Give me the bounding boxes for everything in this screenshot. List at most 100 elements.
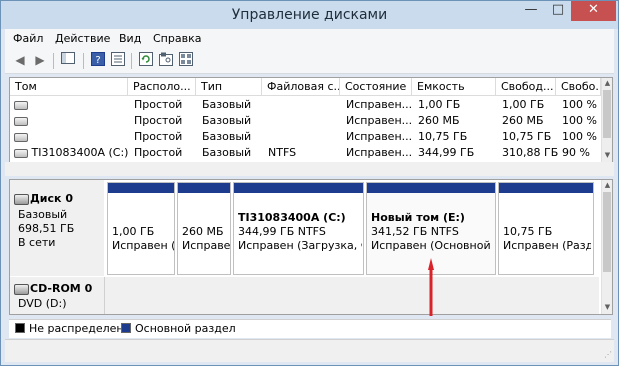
partition-bar bbox=[367, 183, 495, 193]
volume-list[interactable]: Том Располо... Тип Файловая с... Состоян… bbox=[9, 77, 613, 163]
menu-help[interactable]: Справка bbox=[153, 32, 201, 45]
scroll-thumb[interactable] bbox=[603, 90, 611, 138]
table-cell: 10,75 ГБ bbox=[502, 130, 552, 143]
disk-pane[interactable]: Диск 0 Базовый 698,51 ГБ В сети 1,00 ГБ … bbox=[9, 179, 613, 315]
drive-icon bbox=[14, 132, 28, 142]
disk-0-status: В сети bbox=[18, 236, 56, 249]
view-icon[interactable] bbox=[177, 52, 195, 70]
legend-primary: Основной раздел bbox=[135, 322, 236, 335]
partition-1[interactable]: 1,00 ГБ Исправен ( bbox=[107, 182, 175, 275]
drive-icon bbox=[14, 100, 28, 110]
back-icon[interactable]: ◀ bbox=[11, 52, 29, 70]
column-header-filesystem[interactable]: Файловая с... bbox=[262, 78, 340, 96]
table-cell: Исправен... bbox=[346, 98, 413, 111]
table-row[interactable]: TI31083400A (C:) bbox=[14, 145, 128, 161]
resize-grip-icon[interactable]: ⋰ bbox=[602, 350, 612, 360]
drive-icon bbox=[14, 148, 28, 158]
disk-0-size: 698,51 ГБ bbox=[18, 222, 75, 235]
partition-5[interactable]: 10,75 ГБ Исправен (Разде bbox=[498, 182, 594, 275]
disk-pane-scrollbar[interactable]: ▲ ▼ bbox=[601, 180, 612, 314]
toolbar-separator bbox=[83, 53, 84, 69]
table-cell: Простой bbox=[134, 146, 183, 159]
column-header-volume[interactable]: Том bbox=[10, 78, 128, 96]
legend-unallocated: Не распределена bbox=[29, 322, 131, 335]
column-header-layout[interactable]: Располо... bbox=[128, 78, 196, 96]
close-button[interactable]: ✕ bbox=[571, 1, 616, 21]
toolbar-separator bbox=[53, 53, 54, 69]
menu-bar: Файл Действие Вид Справка bbox=[5, 29, 614, 49]
table-cell: 1,00 ГБ bbox=[418, 98, 461, 111]
disk-0-name: Диск 0 bbox=[30, 192, 73, 205]
status-bar: ⋰ bbox=[5, 339, 614, 362]
scroll-up-icon[interactable]: ▲ bbox=[602, 180, 612, 190]
minimize-button[interactable]: — bbox=[517, 1, 545, 21]
partition-bar bbox=[178, 183, 230, 193]
menu-view[interactable]: Вид bbox=[119, 32, 141, 45]
table-row[interactable] bbox=[14, 113, 28, 129]
table-cell: Простой bbox=[134, 114, 183, 127]
table-cell: Простой bbox=[134, 130, 183, 143]
console-tree-icon[interactable] bbox=[59, 52, 77, 70]
forward-icon[interactable]: ▶ bbox=[31, 52, 49, 70]
cdrom-0-label[interactable]: CD-ROM 0 DVD (D:) bbox=[10, 277, 104, 314]
table-cell: Исправен... bbox=[346, 114, 413, 127]
table-cell: 90 % bbox=[562, 146, 590, 159]
table-cell: 260 МБ bbox=[502, 114, 544, 127]
legend-swatch-unallocated bbox=[15, 323, 25, 333]
pane-splitter[interactable] bbox=[5, 162, 614, 176]
table-cell: Исправен... bbox=[346, 130, 413, 143]
column-header-capacity[interactable]: Емкость bbox=[412, 78, 496, 96]
table-cell: Базовый bbox=[202, 146, 252, 159]
column-header-free-percent[interactable]: Свобо... bbox=[556, 78, 601, 96]
disk-management-window: Управление дисками — □ ✕ Файл Действие В… bbox=[0, 0, 619, 366]
table-cell: NTFS bbox=[268, 146, 297, 159]
toolbar-separator bbox=[131, 53, 132, 69]
table-cell: 1,00 ГБ bbox=[502, 98, 545, 111]
disk-0-type: Базовый bbox=[18, 208, 68, 221]
column-header-type[interactable]: Тип bbox=[196, 78, 262, 96]
table-cell: Исправен... bbox=[346, 146, 413, 159]
table-cell: Базовый bbox=[202, 114, 252, 127]
column-header-status[interactable]: Состояние bbox=[340, 78, 412, 96]
disk-0-label[interactable]: Диск 0 Базовый 698,51 ГБ В сети bbox=[10, 180, 104, 276]
table-row[interactable] bbox=[14, 129, 28, 145]
drive-icon bbox=[14, 116, 28, 126]
partition-c[interactable]: TI31083400A (C:) 344,99 ГБ NTFS Исправен… bbox=[233, 182, 364, 275]
table-cell: 344,99 ГБ bbox=[418, 146, 475, 159]
table-cell: 100 % bbox=[562, 114, 597, 127]
menu-file[interactable]: Файл bbox=[13, 32, 43, 45]
red-arrow-annotation bbox=[428, 258, 434, 316]
scroll-thumb[interactable] bbox=[603, 192, 611, 272]
hard-disk-icon bbox=[14, 194, 29, 205]
legend-swatch-primary bbox=[121, 323, 131, 333]
column-header-free-space[interactable]: Свобод... bbox=[496, 78, 556, 96]
table-cell: Базовый bbox=[202, 98, 252, 111]
title-bar[interactable]: Управление дисками — □ ✕ bbox=[1, 1, 618, 29]
cdrom-0-area bbox=[104, 277, 599, 314]
table-row[interactable] bbox=[14, 97, 28, 113]
partition-2[interactable]: 260 МБ Исправен bbox=[177, 182, 231, 275]
disk-0-partitions: 1,00 ГБ Исправен ( 260 МБ Исправен TI310… bbox=[104, 182, 598, 276]
refresh-icon[interactable] bbox=[137, 52, 155, 70]
scroll-down-icon[interactable]: ▼ bbox=[602, 150, 612, 160]
menu-action[interactable]: Действие bbox=[55, 32, 110, 45]
volume-list-scrollbar[interactable]: ▲ ▼ bbox=[601, 78, 612, 162]
close-icon: ✕ bbox=[588, 2, 599, 17]
cdrom-0-type: DVD (D:) bbox=[18, 297, 67, 310]
cdrom-0-name: CD-ROM 0 bbox=[30, 282, 93, 295]
table-cell: Простой bbox=[134, 98, 183, 111]
maximize-button[interactable]: □ bbox=[545, 1, 571, 21]
partition-bar bbox=[234, 183, 363, 193]
partition-bar bbox=[108, 183, 174, 193]
legend: Не распределена Основной раздел bbox=[9, 319, 611, 338]
toolbar: ◀ ▶ ? bbox=[5, 49, 614, 74]
scroll-up-icon[interactable]: ▲ bbox=[602, 78, 612, 88]
scroll-down-icon[interactable]: ▼ bbox=[602, 302, 612, 312]
properties-icon[interactable] bbox=[109, 52, 127, 70]
settings-icon[interactable] bbox=[157, 52, 175, 70]
table-cell: 100 % bbox=[562, 130, 597, 143]
help-icon[interactable]: ? bbox=[89, 52, 107, 70]
cdrom-icon bbox=[14, 284, 29, 295]
table-cell: 310,88 ГБ bbox=[502, 146, 559, 159]
table-cell: 10,75 ГБ bbox=[418, 130, 468, 143]
